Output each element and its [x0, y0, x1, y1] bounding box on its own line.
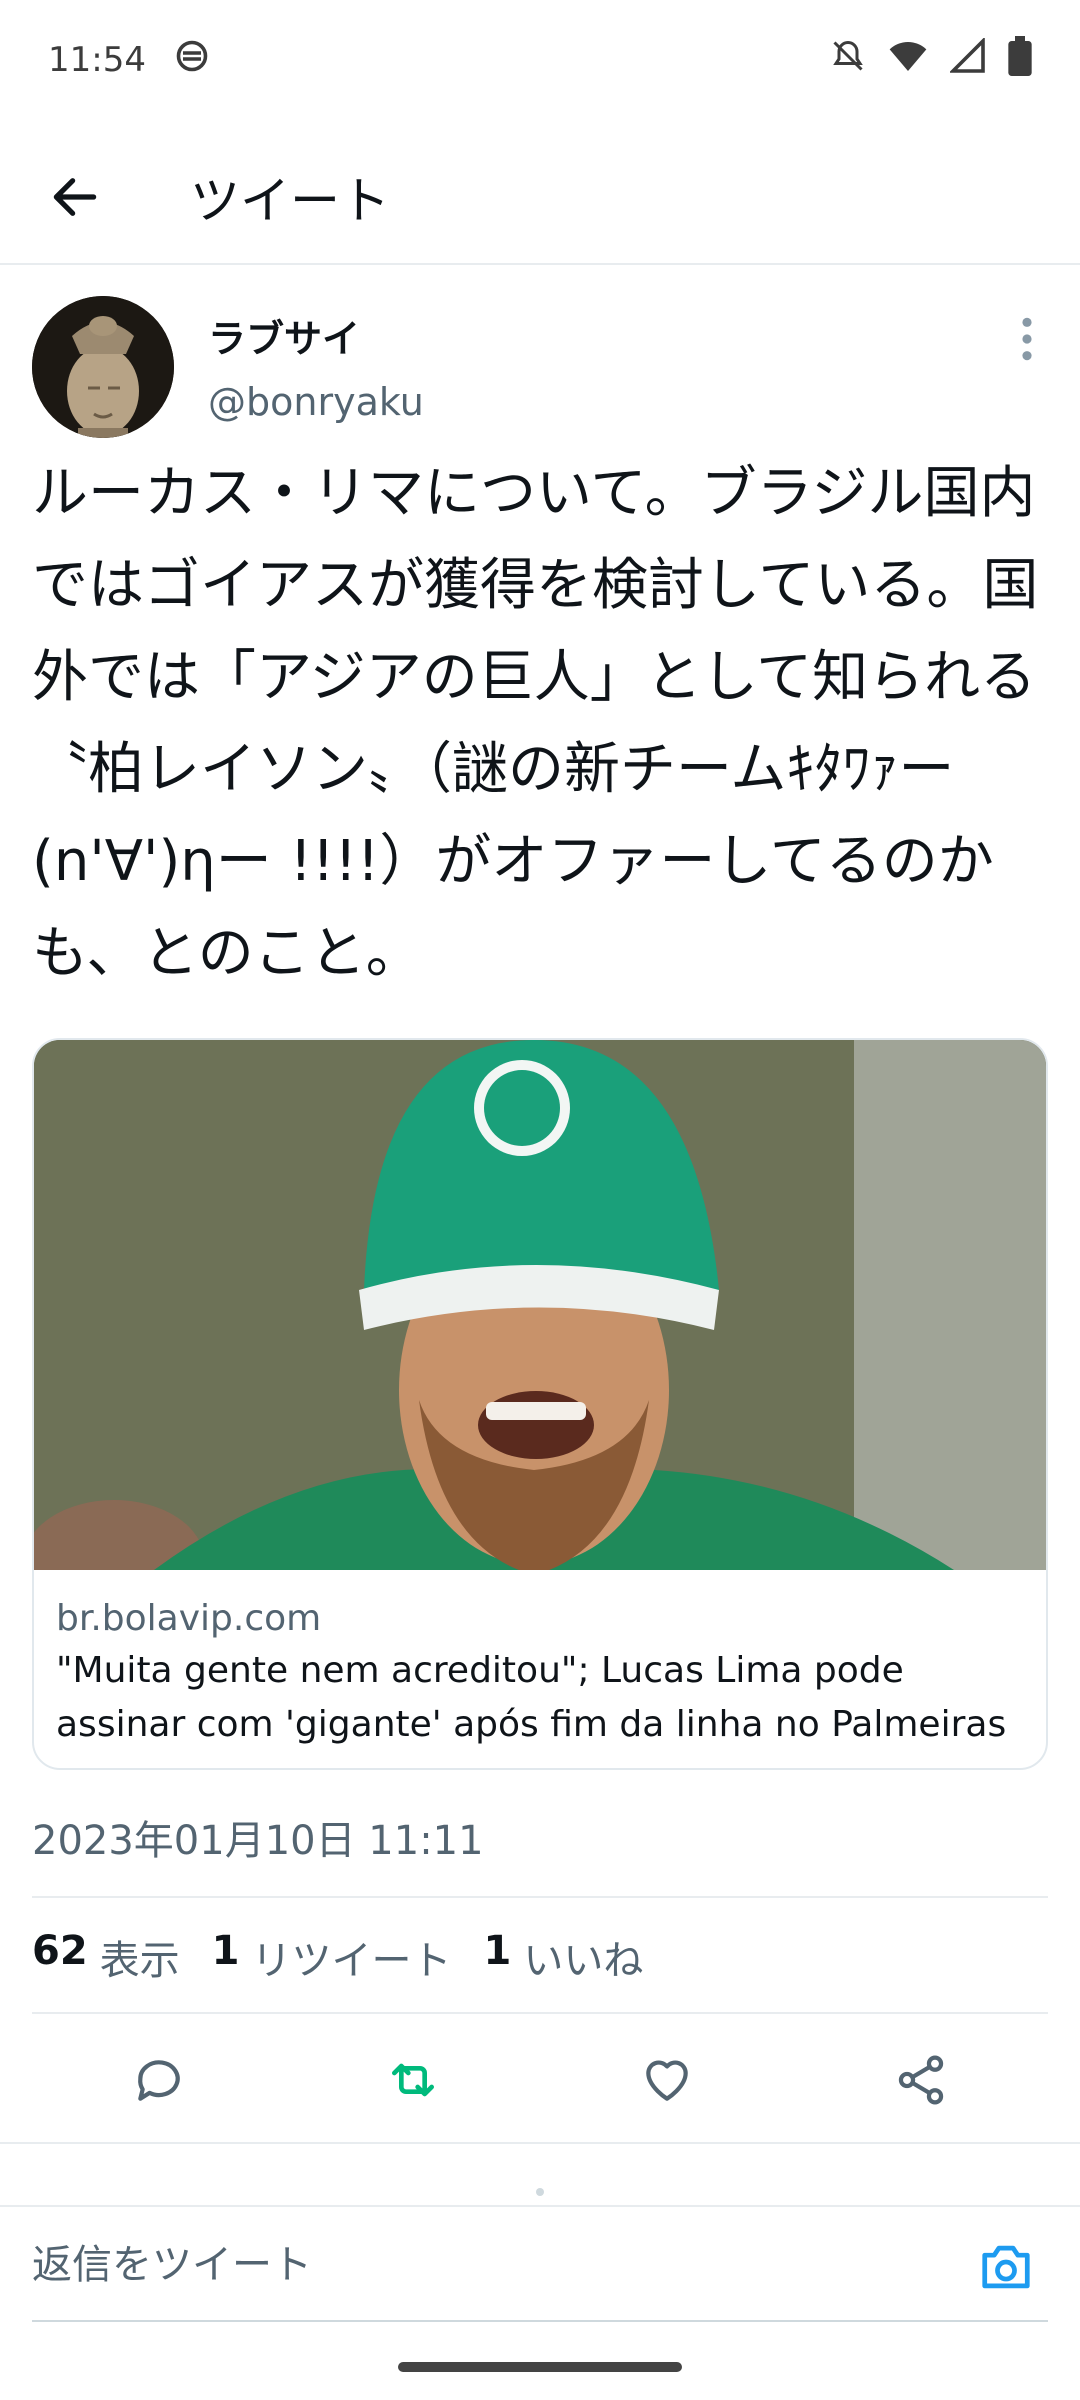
- card-image: [34, 1040, 1046, 1570]
- tweet-author: ラブサイ @bonryaku: [32, 296, 1048, 446]
- share-icon: [898, 2055, 944, 2105]
- page-title: ツイート: [190, 171, 390, 230]
- more-options-button[interactable]: [1012, 314, 1042, 364]
- status-bar: 11:54: [0, 0, 1080, 120]
- card-photo-player: [34, 1040, 1046, 1570]
- likes-stat[interactable]: 1 いいね: [484, 1928, 644, 1986]
- share-button[interactable]: [876, 2035, 966, 2125]
- divider: [32, 2012, 1048, 2014]
- reply-underline: [32, 2320, 1048, 2322]
- camera-button[interactable]: [968, 2229, 1044, 2305]
- avatar-statue-image: [32, 296, 174, 438]
- data-saver-icon: [174, 38, 210, 83]
- card-domain: br.bolavip.com: [56, 1598, 322, 1639]
- likes-label: いいね: [523, 1938, 644, 1984]
- status-bar-left: 11:54: [48, 38, 210, 83]
- status-bar-right: [830, 35, 1032, 85]
- camera-icon: [982, 2245, 1030, 2289]
- back-button[interactable]: [30, 152, 120, 242]
- divider: [0, 2142, 1080, 2144]
- wifi-icon: [888, 38, 928, 83]
- cellular-icon: [948, 36, 986, 83]
- divider: [32, 1896, 1048, 1898]
- avatar[interactable]: [32, 296, 174, 438]
- reply-button[interactable]: [114, 2035, 204, 2125]
- likes-count: 1: [483, 1928, 512, 1974]
- battery-icon: [1008, 35, 1032, 85]
- retweets-label: リツイート: [251, 1938, 452, 1984]
- reply-icon: [138, 2060, 180, 2101]
- reply-input[interactable]: [32, 2225, 932, 2305]
- sheet-handle: [536, 2188, 544, 2196]
- arrow-left-icon: [53, 177, 97, 216]
- author-name[interactable]: ラブサイ: [208, 308, 360, 363]
- views-stat[interactable]: 62 表示: [32, 1928, 180, 1986]
- status-time: 11:54: [48, 40, 146, 80]
- tweet-text: ルーカス・リマについて。ブラジル国内ではゴイアスが獲得を検討している。国外では「…: [32, 461, 1039, 986]
- tweet-actions: [32, 2018, 1048, 2142]
- like-icon: [646, 2060, 688, 2101]
- card-body: br.bolavip.com "Muita gente nem acredito…: [34, 1570, 1046, 1768]
- retweets-count: 1: [211, 1928, 240, 1974]
- more-vertical-icon: [1022, 317, 1032, 361]
- home-indicator[interactable]: [398, 2362, 682, 2372]
- link-card[interactable]: br.bolavip.com "Muita gente nem acredito…: [32, 1038, 1048, 1770]
- tweet-timestamp: 2023年01月10日 11:11: [32, 1818, 484, 1864]
- views-label: 表示: [99, 1938, 180, 1984]
- retweet-icon: [392, 2063, 434, 2097]
- like-button[interactable]: [622, 2035, 712, 2125]
- tweet-stats: 62 表示 1 リツイート 1 いいね: [32, 1928, 643, 1986]
- retweet-button[interactable]: [368, 2035, 458, 2125]
- retweets-stat[interactable]: 1 リツイート: [212, 1928, 452, 1986]
- card-title: "Muita gente nem acreditou"; Lucas Lima …: [56, 1650, 1007, 1745]
- app-bar: ツイート: [0, 130, 1080, 265]
- views-count: 62: [32, 1928, 88, 1974]
- notifications-off-icon: [830, 38, 866, 83]
- author-handle[interactable]: @bonryaku: [208, 380, 424, 424]
- reply-composer: [0, 2205, 1080, 2325]
